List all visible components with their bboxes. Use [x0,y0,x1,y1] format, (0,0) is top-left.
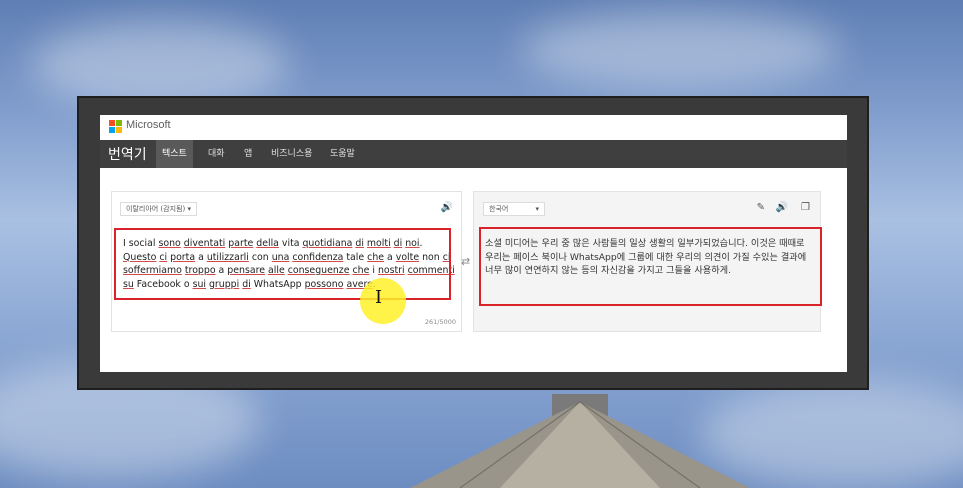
chevron-down-icon: ▾ [187,205,191,213]
pagoda-roof-image [410,394,750,488]
microsoft-header: Microsoft [100,115,847,139]
swap-arrows-icon[interactable]: ⇄ [461,255,470,268]
copy-icon[interactable]: ❐ [801,202,810,214]
target-language-label: 한국어 [489,205,509,213]
app-title[interactable]: 번역기 [108,144,147,164]
navbar: 번역기 텍스트 대화 앱 비즈니스용 도움말 [100,140,847,168]
cursor-highlight [360,278,406,324]
pencil-icon[interactable]: ✎ [757,202,765,214]
source-language-select[interactable]: 이탈리아어 (감지됨) ▾ [120,202,197,216]
tab-help[interactable]: 도움말 [324,140,361,168]
tab-apps[interactable]: 앱 [238,140,258,168]
cloud [520,10,840,90]
speaker-icon[interactable]: 🔊 [441,202,453,214]
microsoft-logo-icon [109,120,123,134]
target-language-select[interactable]: 한국어 ▾ [483,202,545,216]
source-language-label: 이탈리아어 (감지됨) [126,205,186,213]
text-cursor-icon: I [375,287,383,308]
tab-text[interactable]: 텍스트 [156,140,193,168]
tab-conversation[interactable]: 대화 [202,140,231,168]
char-counter: 261/5000 [424,318,456,326]
tab-business[interactable]: 비즈니스용 [265,140,318,168]
chevron-down-icon: ▾ [535,205,539,213]
speaker-icon[interactable]: 🔊 [776,202,788,214]
target-highlight-box [479,227,822,306]
brand-name[interactable]: Microsoft [126,119,171,131]
